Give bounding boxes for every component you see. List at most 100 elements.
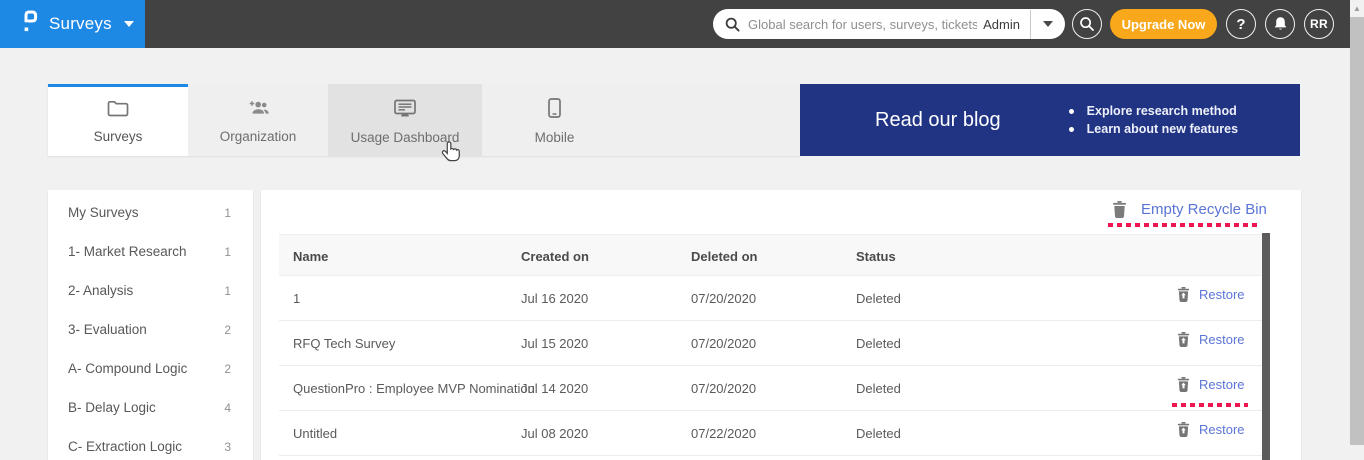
restore-button[interactable]: Restore [1177, 287, 1245, 302]
sidebar-item-extraction-logic[interactable]: C- Extraction Logic 3 [48, 427, 253, 460]
folders-sidebar: My Surveys 1 1- Market Research 1 2- Ana… [48, 190, 253, 460]
tab-label: Organization [220, 129, 297, 144]
trash-arrow-up-icon [1177, 422, 1190, 437]
folder-icon [107, 100, 129, 122]
sidebar-item-my-surveys[interactable]: My Surveys 1 [48, 193, 253, 232]
folder-label: 2- Analysis [68, 283, 133, 298]
banner-title[interactable]: Read our blog [875, 109, 1001, 132]
restore-label: Restore [1199, 287, 1245, 302]
search-input[interactable] [748, 17, 977, 32]
sidebar-item-evaluation[interactable]: 3- Evaluation 2 [48, 310, 253, 349]
folder-count: 2 [224, 323, 231, 337]
avatar[interactable]: RR [1304, 9, 1334, 39]
table-row: QuestionPro : Employee MVP Nomination Ju… [279, 366, 1262, 411]
bell-icon [1273, 16, 1288, 32]
recycle-bin-table: Name Created on Deleted on Status 1 Jul … [279, 234, 1262, 456]
status: Deleted [856, 291, 901, 306]
search-icon [725, 17, 740, 32]
table-header: Name Created on Deleted on Status [279, 234, 1262, 276]
module-tabs: Surveys Organization Usage Dashboard Mob… [48, 84, 800, 156]
sidebar-item-analysis[interactable]: 2- Analysis 1 [48, 271, 253, 310]
upgrade-now-button[interactable]: Upgrade Now [1110, 9, 1217, 39]
column-header-deleted-on: Deleted on [691, 249, 757, 264]
folder-label: B- Delay Logic [68, 400, 156, 415]
restore-button[interactable]: Restore [1177, 422, 1245, 437]
restore-label: Restore [1199, 332, 1245, 347]
blog-banner[interactable]: Read our blog Explore research method Le… [800, 84, 1300, 156]
avatar-initials: RR [1310, 17, 1328, 31]
banner-bullet-list: Explore research method Learn about new … [1069, 100, 1238, 140]
status: Deleted [856, 381, 901, 396]
mobile-phone-icon [548, 98, 561, 123]
survey-name: RFQ Tech Survey [293, 336, 395, 351]
column-header-status: Status [856, 249, 896, 264]
tab-label: Usage Dashboard [351, 130, 460, 145]
table-row: RFQ Tech Survey Jul 15 2020 07/20/2020 D… [279, 321, 1262, 366]
status: Deleted [856, 426, 901, 441]
tab-surveys[interactable]: Surveys [48, 84, 188, 156]
annotation-underline [1172, 403, 1248, 407]
topbar: Surveys Admin Upgrade Now ? RR [0, 0, 1350, 48]
search-scope-dropdown[interactable] [1031, 9, 1065, 39]
chevron-down-icon [1043, 21, 1053, 27]
search-scope-selector[interactable]: Admin [977, 17, 1030, 32]
deleted-on: 07/22/2020 [691, 426, 756, 441]
folder-count: 1 [224, 206, 231, 220]
page-scrollbar[interactable]: ▲ [1350, 0, 1364, 460]
folder-label: C- Extraction Logic [68, 439, 182, 454]
tab-usage-dashboard[interactable]: Usage Dashboard [328, 84, 482, 156]
column-header-created-on: Created on [521, 249, 589, 264]
folder-count: 4 [224, 401, 231, 415]
folder-label: My Surveys [68, 205, 139, 220]
annotation-underline [1108, 223, 1260, 227]
folder-label: 3- Evaluation [68, 322, 147, 337]
search-button[interactable] [1072, 9, 1102, 39]
folder-count: 1 [224, 284, 231, 298]
trash-arrow-up-icon [1177, 332, 1190, 347]
deleted-on: 07/20/2020 [691, 381, 756, 396]
created-on: Jul 08 2020 [521, 426, 588, 441]
scrollbar-up-arrow-icon[interactable]: ▲ [1350, 0, 1364, 17]
sidebar-item-delay-logic[interactable]: B- Delay Logic 4 [48, 388, 253, 427]
help-button[interactable]: ? [1226, 9, 1256, 39]
notifications-button[interactable] [1265, 9, 1295, 39]
deleted-on: 07/20/2020 [691, 291, 756, 306]
created-on: Jul 16 2020 [521, 291, 588, 306]
folder-count: 2 [224, 362, 231, 376]
restore-button[interactable]: Restore [1177, 377, 1245, 392]
folder-label: 1- Market Research [68, 244, 187, 259]
restore-label: Restore [1199, 377, 1245, 392]
banner-bullet: Explore research method [1069, 104, 1238, 118]
restore-label: Restore [1199, 422, 1245, 437]
tab-mobile[interactable]: Mobile [482, 84, 627, 156]
trash-icon [1112, 201, 1127, 218]
folder-label: A- Compound Logic [68, 361, 187, 376]
survey-name: QuestionPro : Employee MVP Nomination [293, 381, 535, 396]
product-switcher[interactable]: Surveys [0, 0, 145, 48]
deleted-on: 07/20/2020 [691, 336, 756, 351]
trash-arrow-up-icon [1177, 287, 1190, 302]
questionpro-logo-icon [22, 9, 39, 40]
global-search: Admin [713, 9, 1065, 39]
restore-button[interactable]: Restore [1177, 332, 1245, 347]
trash-arrow-up-icon [1177, 377, 1190, 392]
page-scrollbar-thumb[interactable] [1350, 17, 1364, 445]
sidebar-item-compound-logic[interactable]: A- Compound Logic 2 [48, 349, 253, 388]
table-row: Untitled Jul 08 2020 07/22/2020 Deleted … [279, 411, 1262, 456]
column-header-name: Name [293, 249, 328, 264]
tab-label: Surveys [94, 129, 143, 144]
banner-bullet: Learn about new features [1069, 122, 1238, 136]
chevron-down-icon [124, 21, 134, 27]
empty-recycle-bin-button[interactable]: Empty Recycle Bin [1112, 201, 1267, 218]
survey-name: Untitled [293, 426, 337, 441]
table-row: 1 Jul 16 2020 07/20/2020 Deleted Restore [279, 276, 1262, 321]
person-add-icon [246, 100, 270, 122]
table-scrollbar[interactable] [1262, 233, 1270, 460]
survey-name: 1 [293, 291, 300, 306]
tab-label: Mobile [535, 130, 575, 145]
tab-organization[interactable]: Organization [188, 84, 328, 156]
created-on: Jul 15 2020 [521, 336, 588, 351]
sidebar-item-market-research[interactable]: 1- Market Research 1 [48, 232, 253, 271]
status: Deleted [856, 336, 901, 351]
product-name: Surveys [49, 14, 112, 34]
